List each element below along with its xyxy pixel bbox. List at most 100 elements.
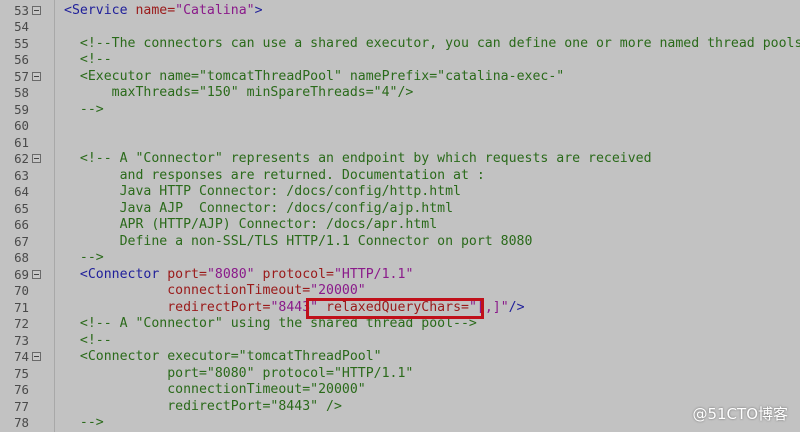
code-line: 58 maxThreads="150" minSpareThreads="4"/… [0,85,800,102]
line-number: 71 [14,299,29,315]
line-number: 70 [14,283,29,298]
code-line: 65 Java AJP Connector: /docs/config/ajp.… [0,201,800,218]
code-line: 64 Java HTTP Connector: /docs/config/htt… [0,184,800,201]
code-text: <!-- [64,52,112,69]
code-line: 61 [0,135,800,152]
line-number: 59 [14,101,29,117]
fold-toggle-icon[interactable] [32,71,41,81]
code-line: 55 <!--The connectors can use a shared e… [0,36,800,53]
code-token: <Executor name="tomcatThreadPool" namePr… [79,68,565,84]
line-number: 64 [14,184,29,199]
code-token: maxThreads="150" minSpareThreads="4"/> [111,85,414,100]
code-token: <!-- [79,52,112,67]
line-number: 66 [14,217,29,232]
code-token: "8080" [206,266,255,282]
fold-toggle-icon[interactable] [32,154,41,163]
code-line: 68 --> [0,250,800,267]
code-line: 66 APR (HTTP/AJP) Connector: /docs/apr.h… [0,217,800,234]
highlight-box [306,298,484,319]
line-number: 75 [14,365,29,381]
code-token: Java HTTP Connector: /docs/config/http.h… [119,184,461,199]
code-text: and responses are returned. Documentatio… [64,168,485,185]
line-number: 76 [14,382,29,397]
code-token: <!--The connectors can use a shared exec… [79,35,800,51]
code-token: name= [135,2,176,18]
line-number: 55 [14,35,29,51]
code-text: connectionTimeout="20000" [64,382,366,399]
code-line: 63 and responses are returned. Documenta… [0,168,800,185]
code-token: <Connector [79,266,168,282]
code-line: 57 <Executor name="tomcatThreadPool" nam… [0,69,800,86]
code-line: 69 <Connector port="8080" protocol="HTTP… [0,267,800,284]
fold-toggle-icon[interactable] [32,352,41,361]
code-text: <!-- A "Connector" represents an endpoin… [64,151,652,168]
code-text: Define a non-SSL/TLS HTTP/1.1 Connector … [64,233,533,251]
code-token: "HTTP/1.1" [333,266,414,282]
code-token: "Catalina" [175,2,255,18]
code-token: Java AJP Connector: /docs/config/ajp.htm… [119,200,454,216]
line-number: 54 [14,19,29,34]
fold-toggle-icon[interactable] [32,269,41,279]
code-text: Java HTTP Connector: /docs/config/http.h… [64,184,461,201]
code-line: 77 redirectPort="8443" /> [0,399,800,416]
code-text: --> [64,250,104,267]
code-editor[interactable]: 53 <Service name="Catalina"> 54 55 <!--The … [0,0,800,432]
code-line: 76 connectionTimeout="20000" [0,382,800,399]
line-number: 77 [14,398,29,414]
code-token: <Service [64,2,136,18]
code-line: 78 --> [0,415,800,432]
line-number: 72 [14,316,29,331]
code-line: 59 --> [0,102,800,119]
code-text: <Service name="Catalina"> [64,3,263,20]
code-token: "20000" [310,283,366,298]
line-number: 74 [14,349,29,364]
code-token: redirectPort="8443" /> [167,398,342,414]
code-text: APR (HTTP/AJP) Connector: /docs/apr.html [64,217,438,234]
code-token: Define a non-SSL/TLS HTTP/1.1 Connector … [119,233,533,249]
code-line: 74 <Connector executor="tomcatThreadPool… [0,349,800,366]
line-number: 63 [14,167,29,183]
code-token: /> [508,299,525,315]
code-token: --> [79,250,104,265]
code-text: <Connector port="8080" protocol="HTTP/1.… [64,266,414,284]
code-token: protocol= [254,266,334,282]
line-number: 57 [14,68,29,84]
line-number: 62 [14,151,29,166]
code-token: and responses are returned. Documentatio… [119,167,485,183]
line-number: 78 [14,415,29,430]
code-text: <!-- [64,333,112,350]
code-text: <Connector executor="tomcatThreadPool" [64,349,382,366]
watermark: @51CTO博客 [692,405,788,423]
fold-toggle-icon[interactable] [32,5,41,15]
code-text: --> [64,415,104,432]
code-line: 60 [0,118,800,135]
line-number: 73 [14,332,29,348]
code-token: port="8080" protocol="HTTP/1.1" [167,365,414,381]
line-number: 69 [14,266,29,282]
code-token: <Connector executor="tomcatThreadPool" [79,349,382,364]
code-text: Java AJP Connector: /docs/config/ajp.htm… [64,201,453,218]
code-text: maxThreads="150" minSpareThreads="4"/> [64,85,414,102]
code-token: redirectPort= [167,299,271,315]
line-number: 68 [14,250,29,265]
code-line: 53 <Service name="Catalina"> [0,3,800,20]
